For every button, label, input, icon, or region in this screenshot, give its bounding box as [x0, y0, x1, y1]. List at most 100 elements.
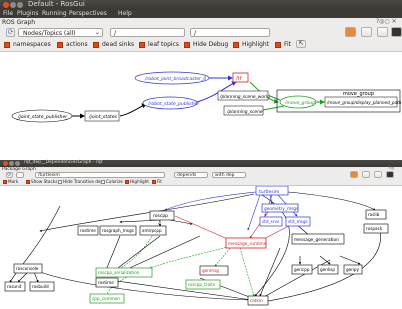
hide-transitive-checkbox[interactable]: [58, 180, 62, 184]
minimize-icon[interactable]: [10, 2, 16, 8]
pkg-rosunit-label: rosunit: [7, 284, 22, 289]
pkg-roscpp-serialization-label: roscpp_serialization: [98, 270, 140, 275]
dead-sinks-label: dead sinks: [102, 41, 135, 48]
save-button-2[interactable]: [362, 171, 370, 178]
highlight-label-2: Highlight: [130, 179, 149, 184]
load-button-2[interactable]: [350, 171, 358, 178]
save-svg-button[interactable]: [377, 27, 388, 37]
pkg-cpp-common-label: cpp_common: [92, 296, 120, 301]
fit-view-button[interactable]: ⇱: [296, 40, 306, 48]
node-robot-state-label: /robot_state_publisher: [147, 101, 200, 107]
graph-toolbar: ROS Graph ?◎○ ✕ ⟳ Nodes/Topics (all) ⌄ /…: [0, 18, 402, 52]
menu-perspectives[interactable]: Perspectives: [69, 10, 107, 17]
fit-label: Fit: [284, 41, 292, 48]
node-broadcaster-label: /robot_joint_broadcaster_0: [144, 76, 206, 82]
highlight-checkbox[interactable]: [233, 42, 239, 48]
package-toolbar: Package Graph ?◎ ⟳ /turtlesim depends wi…: [0, 166, 402, 186]
minimize-icon-2[interactable]: [9, 161, 14, 166]
history-select[interactable]: [16, 172, 24, 178]
pkg-rostime-label: rostime: [80, 228, 96, 233]
package-input[interactable]: /turtlesim: [35, 172, 165, 178]
pkg-rostime-2-label: rostime: [98, 280, 114, 285]
pkg-geometry-label: geometry_msgs: [264, 206, 299, 212]
refresh-button[interactable]: ⟳: [6, 28, 15, 37]
rosgraph-window: Default - RosGui File Plugins Running Pe…: [0, 0, 402, 152]
menu-bar: File Plugins Running Perspectives Help: [0, 9, 402, 18]
dead-sinks-checkbox[interactable]: [93, 42, 99, 48]
show-stacks-checkbox[interactable]: [26, 180, 30, 184]
pkg-catkin-label: catkin: [250, 298, 263, 303]
panel-controls-icon[interactable]: ?◎○ ✕: [376, 18, 397, 25]
hide-transitive-label: Hide Transitive deps: [63, 179, 106, 184]
show-stacks-label: Show Stacks: [31, 179, 58, 184]
pkg-gencpp-label: gencpp: [294, 267, 310, 272]
pkg-xmlrpcpp-label: xmlrpcpp: [142, 228, 162, 233]
hide-debug-checkbox[interactable]: [184, 42, 190, 48]
node-move-group-label: /move_group: [284, 100, 315, 106]
mark-checkbox[interactable]: [3, 180, 7, 184]
save-image-button-2[interactable]: [386, 171, 394, 178]
close-icon[interactable]: [3, 2, 9, 8]
mark-label: Mark: [8, 179, 19, 184]
save-svg-button-2[interactable]: [374, 171, 382, 178]
pkg-genlisp-label: genlisp: [320, 267, 335, 272]
menu-file[interactable]: File: [3, 10, 13, 17]
panel-title: ROS Graph: [2, 19, 36, 26]
window2-title: rqt_dep__DependenciesGraph - rqt: [24, 160, 103, 165]
leaf-topics-label: leaf topics: [148, 41, 179, 48]
save-dot-button[interactable]: [361, 27, 372, 37]
menu-running[interactable]: Running: [42, 10, 67, 17]
namespaces-checkbox[interactable]: [4, 42, 10, 48]
topic-filter-input[interactable]: /: [190, 28, 270, 37]
actions-label: actions: [66, 41, 88, 48]
pkg-roscpp-label: roscpp: [153, 213, 168, 219]
leaf-topics-checkbox[interactable]: [139, 42, 145, 48]
highlight-checkbox-2[interactable]: [125, 180, 129, 184]
menu-help[interactable]: Help: [118, 10, 132, 17]
edge-scene-movegroup: [262, 105, 285, 111]
window-titlebar: Default - RosGui: [0, 0, 402, 9]
package-graph-canvas[interactable]: turtlesim roscpp geometry_msgs rosgraph_…: [0, 186, 402, 309]
maximize-icon-2[interactable]: [15, 161, 20, 166]
depth-select[interactable]: depends: [174, 172, 208, 178]
pkg-std-srvs-label: std_srvs: [262, 219, 279, 224]
graph-mode-value: Nodes/Topics (all): [23, 30, 76, 37]
pkg-rosbuild-label: rosbuild: [32, 284, 49, 289]
pkg-roslib-label: roslib: [368, 212, 380, 217]
pkg-rosconsole-label: rosconsole: [16, 266, 39, 271]
node-jsp-label: /joint_state_publisher: [17, 114, 68, 120]
pkg-message-generation-label: message_generation: [294, 237, 339, 243]
fit-checkbox[interactable]: [275, 42, 281, 48]
pkg-turtlesim-label: turtlesim: [259, 189, 279, 195]
fit-checkbox-2[interactable]: [152, 180, 156, 184]
pkg-genmsg-label: genmsg: [202, 268, 219, 273]
pkg-rosgraph-label: rosgraph_msgs: [102, 228, 134, 233]
topic-psw-label: /planning_scene_world: [219, 94, 270, 100]
maximize-icon[interactable]: [17, 2, 23, 8]
fit-label-2: Fit: [157, 179, 162, 184]
graph-nodes[interactable]: turtlesim roscpp geometry_msgs rosgraph_…: [4, 186, 389, 306]
colorize-checkbox[interactable]: [101, 180, 105, 184]
dep-mode-select[interactable]: with dep: [212, 172, 246, 178]
colorize-label: Colorize: [106, 179, 123, 184]
graph-mode-select[interactable]: Nodes/Topics (all) ⌄: [18, 28, 103, 37]
topic-ps-label: /planning_scene: [226, 109, 263, 115]
actions-checkbox[interactable]: [57, 42, 63, 48]
ros-graph-canvas[interactable]: move_group /robot_joint_broadcaster_0 /t…: [0, 52, 402, 152]
edge-jointstates-rsp: [119, 103, 147, 117]
pkg-std-msgs-label: std_msgs: [288, 219, 308, 224]
topic-display-label: /move_group/display_planned_path: [326, 100, 402, 105]
save-image-button[interactable]: [391, 27, 402, 37]
close-icon-2[interactable]: [3, 161, 8, 166]
node-filter-input[interactable]: /: [110, 28, 185, 37]
dep-mode-value: with dep: [215, 173, 235, 178]
refresh-button-2[interactable]: ⟳: [6, 172, 13, 178]
pkg-rospack-label: rospack: [366, 226, 383, 231]
window2-titlebar: rqt_dep__DependenciesGraph - rqt: [0, 160, 402, 167]
load-dot-button[interactable]: [345, 27, 356, 37]
window-title: Default - RosGui: [28, 0, 85, 8]
depth-select-value: depends: [177, 173, 197, 178]
menu-plugins[interactable]: Plugins: [17, 10, 39, 17]
move-group-ns-label: move_group: [343, 91, 374, 97]
chevron-down-icon: ⌄: [94, 29, 100, 36]
